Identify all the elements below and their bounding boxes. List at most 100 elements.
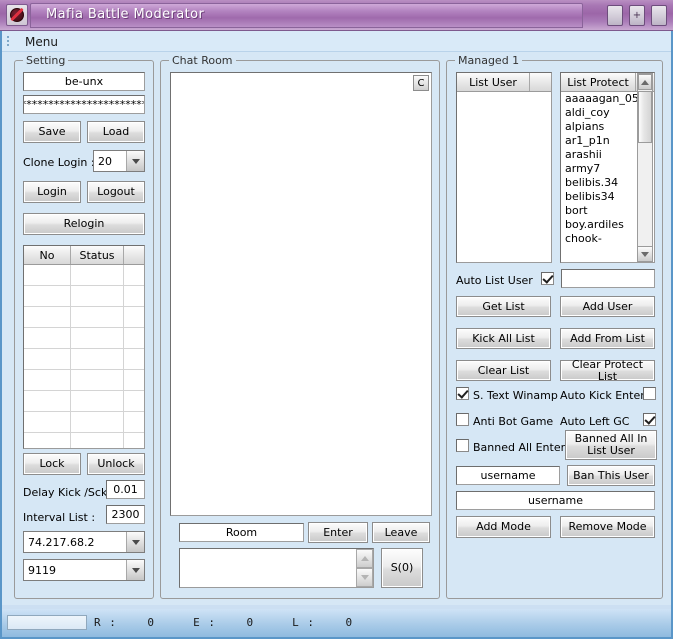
get-list-button[interactable]: Get List [456,296,551,317]
clone-status-table-body [24,265,144,448]
chevron-down-icon[interactable] [126,560,144,580]
banned-all-enter-checkbox[interactable] [456,439,469,452]
logout-button[interactable]: Logout [87,181,145,203]
table-row[interactable] [24,286,144,307]
window-body: Setting be-unx *************************… [2,52,671,605]
chat-room-group: Chat Room C Room Enter Leave S(0) [160,54,440,599]
window-controls: + [607,5,667,26]
load-button[interactable]: Load [87,121,145,143]
status-bar: R : 0 E : 0 L : 0 [2,609,671,637]
port-select[interactable]: 9119 [23,559,145,581]
table-row[interactable] [24,370,144,391]
clone-status-table[interactable]: No Status [23,245,145,449]
leave-room-button[interactable]: Leave [372,522,430,543]
port-value: 9119 [28,563,56,577]
menu-grip-icon [7,36,11,47]
enter-room-button[interactable]: Enter [308,522,368,543]
unlock-button[interactable]: Unlock [87,453,145,475]
clear-chat-button[interactable]: C [413,75,429,91]
clone-login-value: 20 [98,154,112,168]
managed-group-label: Managed 1 [455,54,523,67]
delay-kick-input[interactable]: 0.01 [106,480,145,499]
close-button[interactable] [651,5,667,26]
table-row[interactable] [24,412,144,433]
host-select[interactable]: 74.217.68.2 [23,531,145,553]
managed-group: Managed 1 List User List Protect aaaaaga… [446,54,663,599]
room-input[interactable]: Room [179,523,304,542]
anti-bot-game-label: Anti Bot Game [473,415,554,428]
banned-all-in-list-user-button[interactable]: Banned All In List User [565,430,657,460]
app-window: Mafia Battle Moderator + Menu Setting be… [0,0,673,639]
chat-log[interactable] [170,72,432,516]
list-user-header-row: List User [457,73,551,92]
column-header-extra [124,246,144,264]
ban-username-input[interactable]: username [456,466,560,485]
add-user-button[interactable]: Add User [560,296,655,317]
table-row[interactable] [24,265,144,286]
add-mode-button[interactable]: Add Mode [456,516,551,538]
clone-status-table-header: No Status [24,246,144,265]
table-row[interactable] [24,328,144,349]
chevron-down-icon[interactable] [126,151,144,171]
menu-item-menu[interactable]: Menu [19,34,64,50]
auto-left-gc-label: Auto Left GC [560,415,630,428]
auto-left-gc-checkbox[interactable] [643,413,656,426]
s-text-winamp-checkbox[interactable] [456,387,469,400]
list-user-header: List User [457,73,530,91]
lock-button[interactable]: Lock [23,453,81,475]
kick-all-list-button[interactable]: Kick All List [456,328,551,349]
auto-list-user-label: Auto List User [456,274,533,287]
minimize-button[interactable] [607,5,623,26]
send-message-button[interactable]: S(0) [381,548,423,588]
mode-username-input[interactable]: username [456,491,655,510]
password-input[interactable]: ************************* [23,95,145,114]
maximize-button[interactable]: + [629,5,645,26]
auto-list-user-checkbox[interactable] [541,272,554,285]
table-row[interactable] [24,391,144,412]
list-user-listbox[interactable]: List User [456,72,552,263]
clone-login-select[interactable]: 20 [93,150,145,172]
message-input[interactable] [179,548,374,588]
scroll-up-button[interactable] [638,74,652,90]
remove-mode-button[interactable]: Remove Mode [560,516,655,538]
window-title: Mafia Battle Moderator [46,7,205,22]
save-button[interactable]: Save [23,121,81,143]
clear-protect-list-button[interactable]: Clear Protect List [560,359,655,382]
host-value: 74.217.68.2 [28,535,95,549]
relogin-button[interactable]: Relogin [23,213,145,235]
setting-group-label: Setting [23,54,69,67]
banned-all-enter-label: Banned All Enter [473,441,566,454]
interval-list-input[interactable]: 2300 [106,505,145,524]
column-header-no: No [24,246,71,264]
ban-this-user-button[interactable]: Ban This User [567,465,655,486]
delay-kick-label: Delay Kick /Sck : [23,486,115,499]
chevron-down-icon[interactable] [126,532,144,552]
list-protect-scrollbar[interactable] [637,73,653,262]
status-counters: R : 0 E : 0 L : 0 [94,616,354,629]
app-icon [6,4,28,26]
auto-kick-enter-label: Auto Kick Enter [560,389,645,402]
clear-list-button[interactable]: Clear List [456,360,551,381]
table-row[interactable] [24,307,144,328]
title-bar: Mafia Battle Moderator + [0,0,673,31]
interval-list-label: Interval List : [23,511,96,524]
auto-kick-enter-checkbox[interactable] [643,387,656,400]
list-user-header-extra [530,73,551,91]
menu-bar: Menu [2,31,671,52]
add-from-list-button[interactable]: Add From List [560,328,655,349]
anti-bot-game-checkbox[interactable] [456,413,469,426]
setting-group: Setting be-unx *************************… [14,54,154,599]
username-input[interactable]: be-unx [23,72,145,91]
scrollbar-thumb[interactable] [638,91,652,143]
table-row[interactable] [24,433,144,448]
table-row[interactable] [24,349,144,370]
login-button[interactable]: Login [23,181,81,203]
auto-list-user-input[interactable] [561,269,655,288]
scroll-down-button[interactable] [637,246,653,262]
message-scroll-down-button[interactable] [356,568,373,587]
maximize-icon: + [632,9,642,21]
list-protect-header: List Protect [561,73,636,91]
status-progress-bar [7,615,87,630]
chat-room-group-label: Chat Room [169,54,236,67]
message-scroll-up-button[interactable] [356,549,373,568]
